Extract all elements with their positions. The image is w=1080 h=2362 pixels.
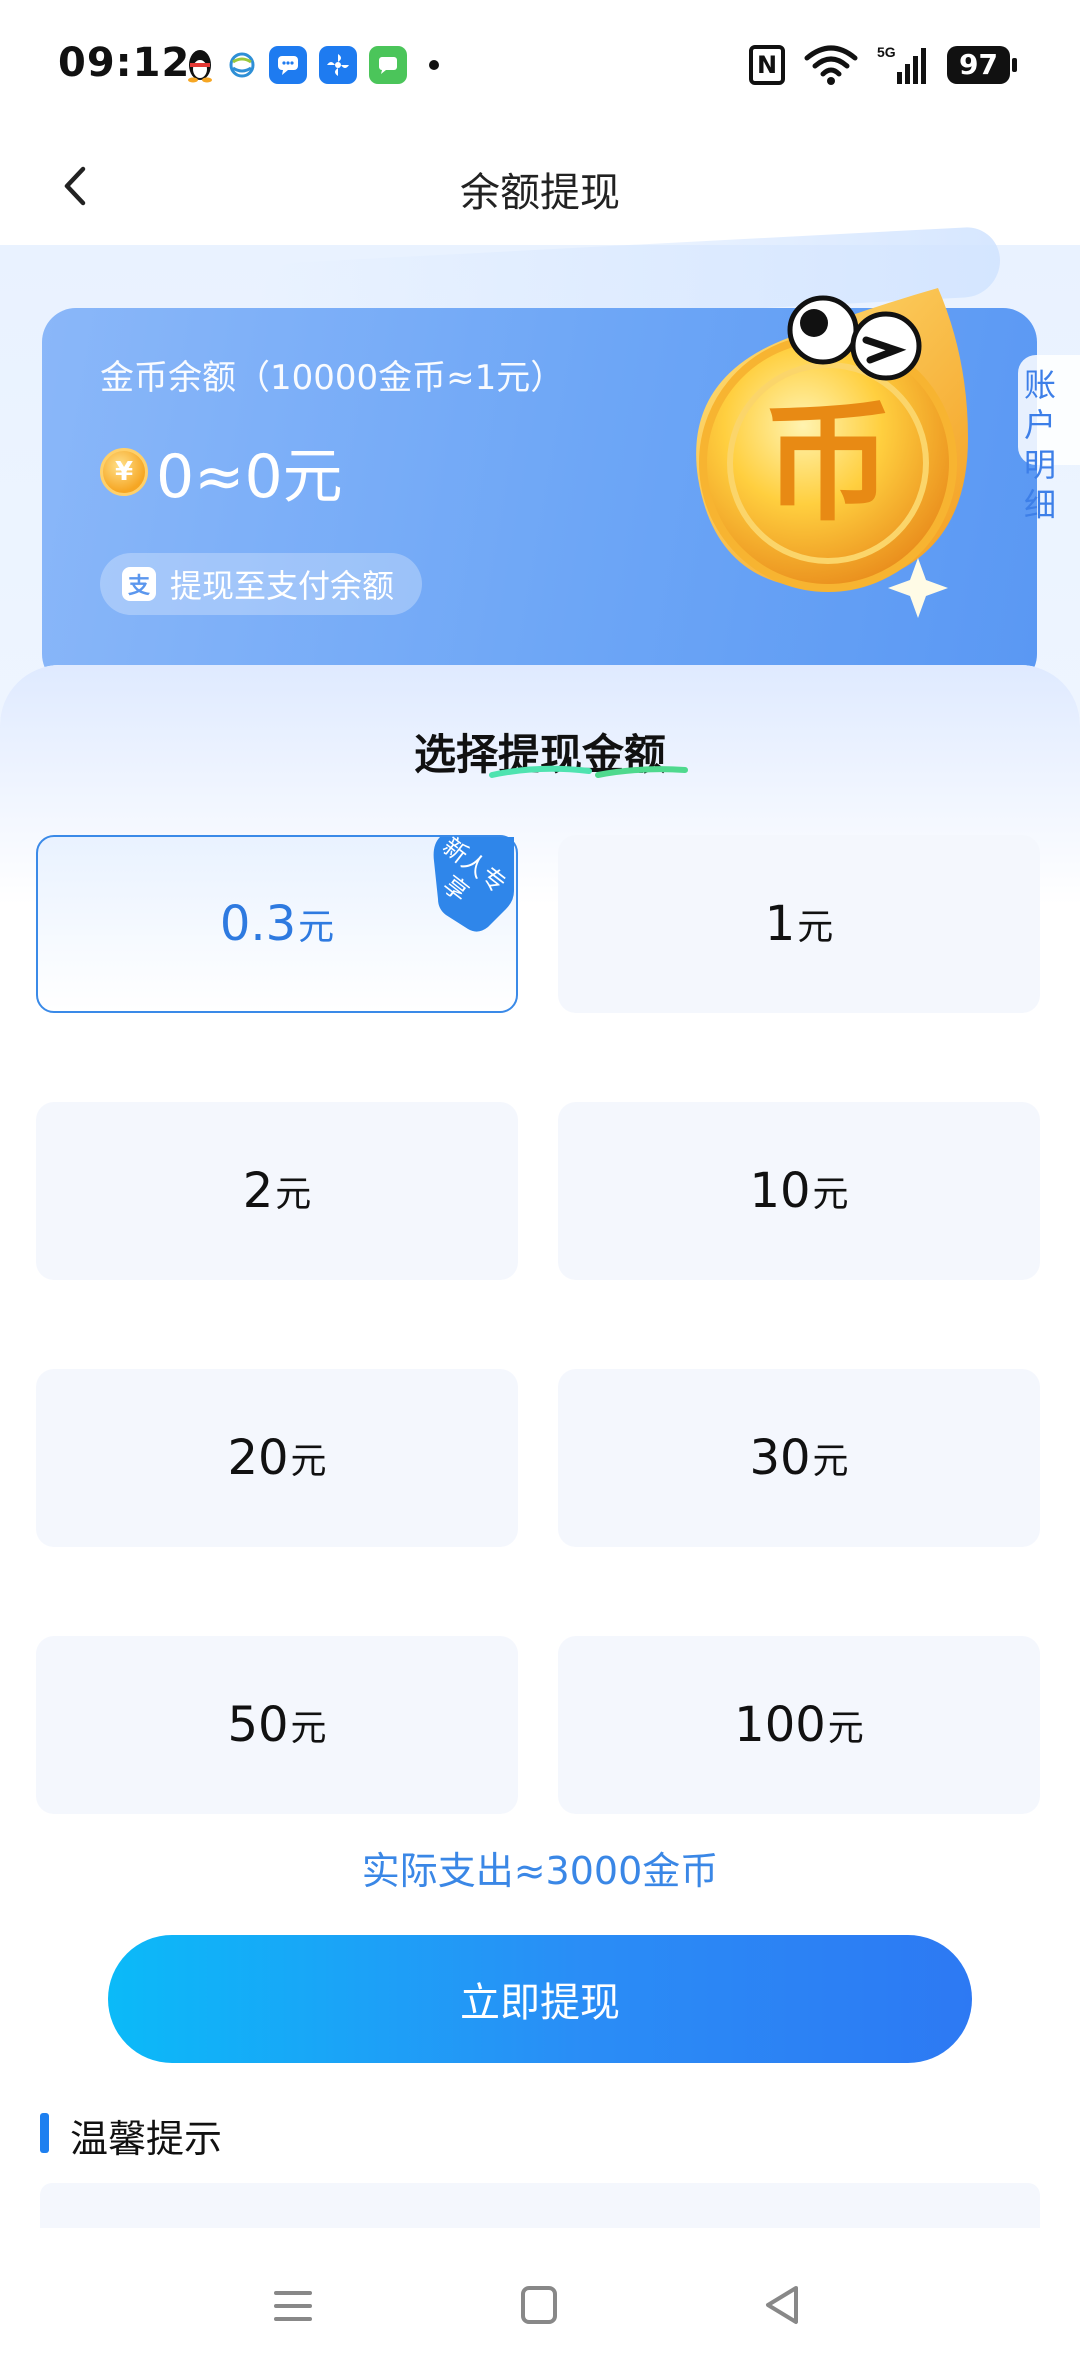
menu-icon[interactable]: [272, 2288, 314, 2324]
status-right: N 5G 97: [749, 44, 1017, 86]
signal-5g-icon: 5G: [877, 44, 929, 86]
amount-unit: 元: [827, 1708, 864, 1749]
balance-value-row: ¥ 0≈0元: [100, 428, 343, 515]
amount-option-10[interactable]: 10 元: [558, 1102, 1040, 1280]
amount-value: 1: [764, 896, 796, 952]
amount-option-20[interactable]: 20 元: [36, 1369, 518, 1547]
nav-bar: 余额提现: [0, 130, 1080, 245]
amount-value: 100: [734, 1697, 826, 1753]
alipay-icon: 支: [122, 567, 156, 601]
coin-icon: ¥: [100, 447, 148, 496]
china-mobile-icon: [227, 46, 257, 84]
amount-value: 50: [227, 1697, 289, 1753]
amount-value: 10: [749, 1163, 811, 1219]
account-detail-link[interactable]: 账户明细: [1018, 355, 1080, 524]
amount-option-2[interactable]: 2元: [36, 1102, 518, 1280]
fan-app-icon: [319, 46, 357, 84]
notification-dot-icon: [429, 60, 439, 70]
amount-value: 2: [242, 1163, 274, 1219]
withdraw-target-chip[interactable]: 支 提现至支付余额: [100, 553, 423, 615]
status-app-icons: [185, 46, 439, 84]
balance-value: 0≈0元: [156, 442, 343, 512]
coin-mascot-icon: 币: [696, 288, 968, 618]
balance-label: 金币余额（10000金币≈1元）: [100, 358, 565, 398]
amount-unit: 元: [275, 1174, 312, 1215]
nfc-icon: N: [749, 45, 786, 85]
title-underline-green: [595, 766, 688, 778]
title-underline-green: [489, 765, 592, 778]
battery-indicator: 97: [947, 46, 1017, 84]
amount-unit: 元: [812, 1174, 849, 1215]
amount-option-30[interactable]: 30 元: [558, 1369, 1040, 1547]
tips-accent-bar: [40, 2113, 49, 2153]
amount-unit: 元: [298, 907, 335, 948]
back-triangle-icon[interactable]: [762, 2284, 802, 2326]
system-navigation-bar: [0, 2228, 1080, 2362]
amount-value: 0.3: [219, 896, 297, 952]
page-title: 余额提现: [460, 170, 620, 216]
withdraw-target-label: 提现至支付余额: [170, 567, 395, 605]
withdraw-now-button[interactable]: 立即提现: [108, 1935, 972, 2063]
actual-cost-text: 实际支出≈3000金币: [361, 1849, 719, 1893]
tips-title: 温馨提示: [70, 2117, 223, 2161]
amount-unit: 元: [797, 907, 834, 948]
amount-panel: 选择提现金额 0.3 元 新人专享 1元 2元 10 元 20 元 30 元 50 元 1…: [0, 665, 1080, 2243]
qq-penguin-icon: [185, 46, 215, 84]
amount-option-50[interactable]: 50 元: [36, 1636, 518, 1814]
amount-value: 30: [749, 1430, 811, 1486]
message-icon: [269, 46, 307, 84]
amount-unit: 元: [290, 1441, 327, 1482]
svg-text:5G: 5G: [877, 44, 896, 60]
amount-option-0.3[interactable]: 0.3 元 新人专享: [36, 832, 518, 1013]
amount-value: 20: [227, 1430, 289, 1486]
amount-option-1[interactable]: 1元: [558, 835, 1040, 1013]
wifi-icon: [803, 44, 859, 86]
coin-character: 币: [763, 387, 893, 539]
amount-unit: 元: [290, 1708, 327, 1749]
home-icon[interactable]: [521, 2286, 557, 2324]
amount-unit: 元: [812, 1441, 849, 1482]
amount-option-100[interactable]: 100 元: [558, 1636, 1040, 1814]
chat-app-icon: [369, 46, 407, 84]
status-bar: 09:12 N 5G 97: [0, 0, 1080, 130]
status-time: 09:12: [58, 40, 191, 86]
